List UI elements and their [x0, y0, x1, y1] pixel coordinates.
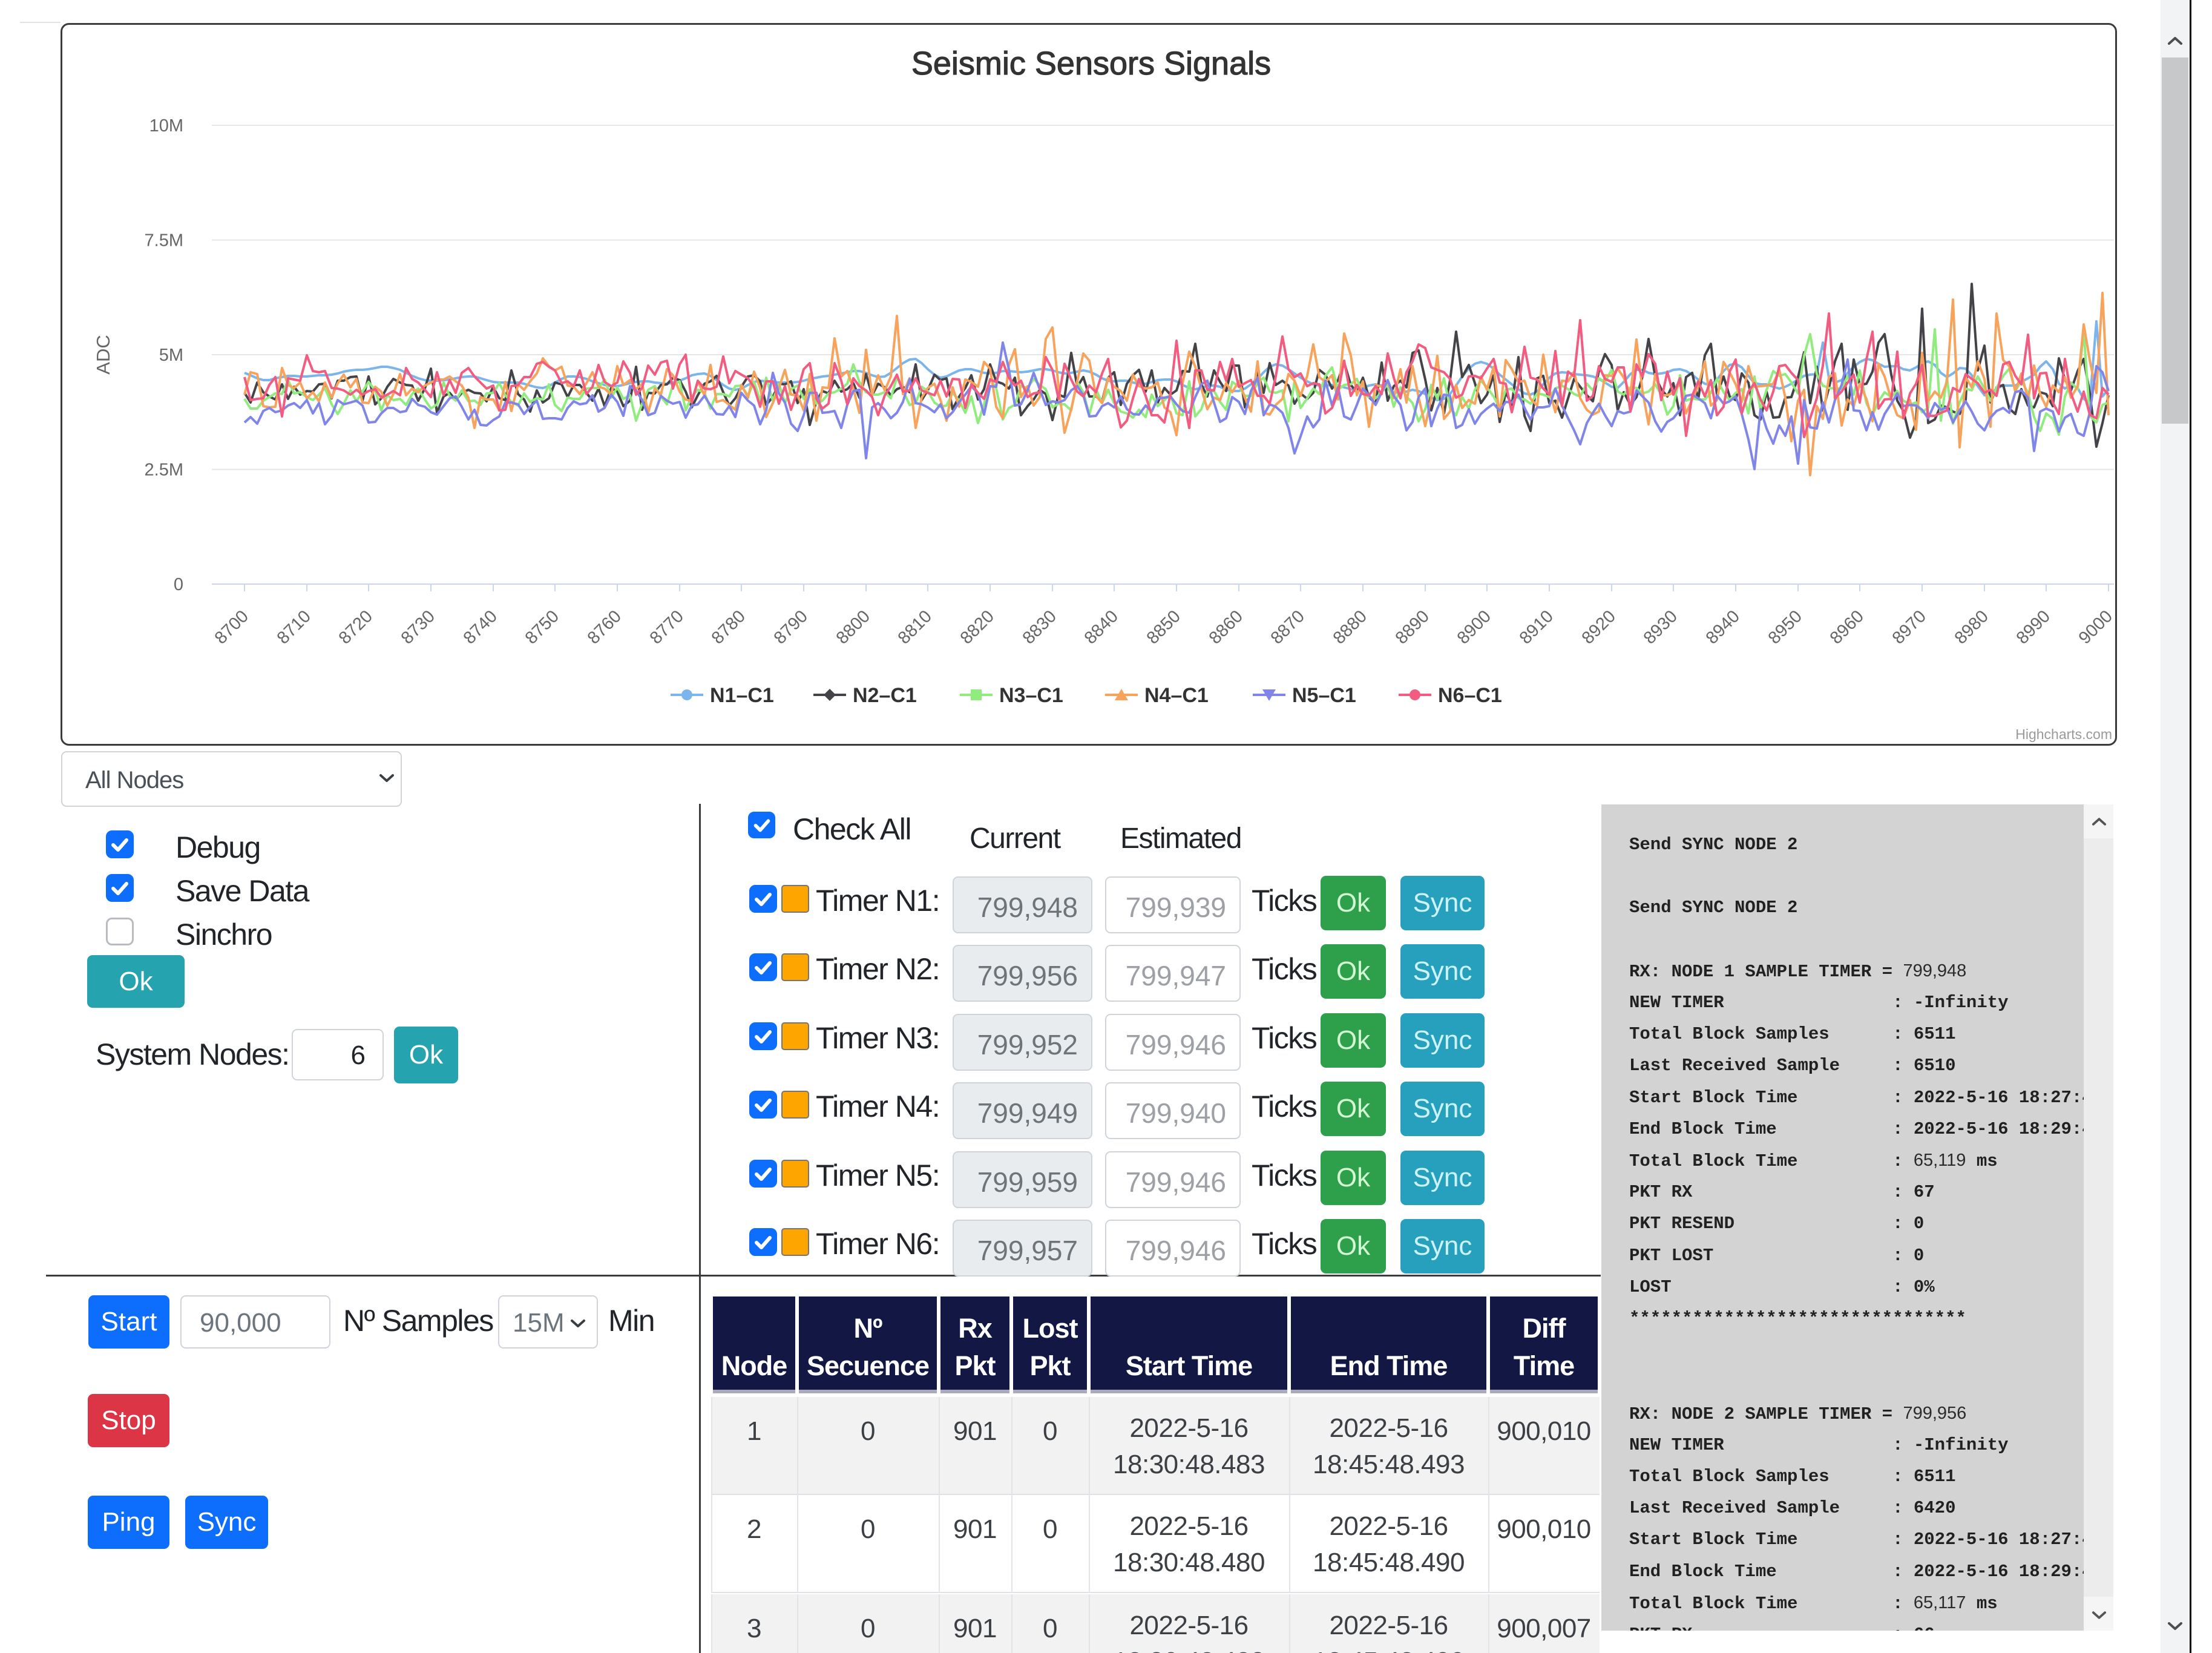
svg-text:5M: 5M: [159, 346, 183, 365]
svg-text:8980: 8980: [1951, 606, 1992, 648]
svg-text:8750: 8750: [522, 606, 563, 648]
svg-text:8770: 8770: [646, 606, 688, 648]
svg-text:8810: 8810: [894, 606, 936, 648]
svg-text:N6–C1: N6–C1: [1438, 684, 1502, 707]
svg-text:0: 0: [174, 575, 183, 594]
svg-text:8990: 8990: [2013, 606, 2054, 648]
svg-text:N5–C1: N5–C1: [1292, 684, 1356, 707]
svg-text:Highcharts.com: Highcharts.com: [2015, 726, 2112, 742]
svg-text:N1–C1: N1–C1: [710, 684, 774, 707]
svg-text:ADC: ADC: [93, 335, 114, 374]
svg-text:N2–C1: N2–C1: [853, 684, 917, 707]
svg-text:8900: 8900: [1454, 606, 1495, 648]
svg-text:8830: 8830: [1019, 606, 1060, 648]
svg-text:8940: 8940: [1702, 606, 1744, 648]
svg-text:8730: 8730: [398, 606, 439, 648]
svg-text:Seismic Sensors Signals: Seismic Sensors Signals: [911, 45, 1271, 82]
svg-text:8840: 8840: [1081, 606, 1122, 648]
svg-text:2.5M: 2.5M: [145, 461, 183, 480]
svg-text:8870: 8870: [1267, 606, 1308, 648]
svg-text:7.5M: 7.5M: [145, 231, 183, 251]
svg-text:8780: 8780: [708, 606, 749, 648]
svg-text:8960: 8960: [1826, 606, 1868, 648]
svg-text:8850: 8850: [1143, 606, 1184, 648]
svg-text:10M: 10M: [149, 116, 183, 136]
svg-text:9000: 9000: [2075, 606, 2116, 648]
svg-text:8790: 8790: [770, 606, 812, 648]
svg-text:8930: 8930: [1640, 606, 1681, 648]
svg-text:8910: 8910: [1516, 606, 1557, 648]
svg-text:8950: 8950: [1765, 606, 1806, 648]
svg-text:8710: 8710: [274, 606, 315, 648]
svg-text:8920: 8920: [1578, 606, 1620, 648]
svg-text:N4–C1: N4–C1: [1144, 684, 1209, 707]
svg-text:8820: 8820: [957, 606, 998, 648]
svg-text:8860: 8860: [1206, 606, 1247, 648]
svg-text:8720: 8720: [335, 606, 376, 648]
svg-text:8880: 8880: [1330, 606, 1371, 648]
svg-text:8800: 8800: [833, 606, 874, 648]
svg-text:N3–C1: N3–C1: [999, 684, 1063, 707]
svg-text:8890: 8890: [1392, 606, 1433, 648]
svg-text:8760: 8760: [584, 606, 625, 648]
svg-text:8740: 8740: [460, 606, 501, 648]
svg-text:8970: 8970: [1889, 606, 1930, 648]
svg-text:8700: 8700: [211, 606, 252, 648]
